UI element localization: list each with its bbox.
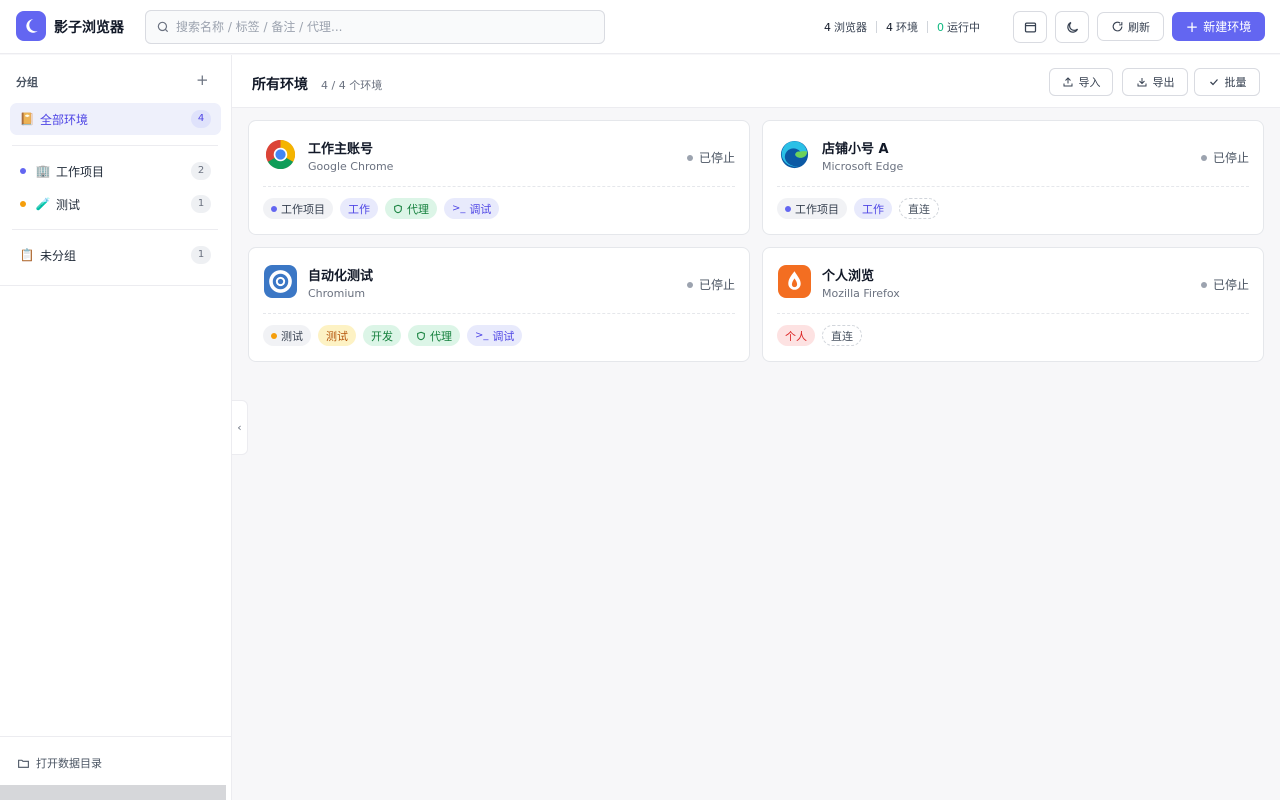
- sidebar-item-all[interactable]: 📔 全部环境 4: [10, 103, 221, 135]
- stat-running: 0 运行中: [937, 21, 980, 34]
- group-color-dot: [20, 168, 26, 174]
- main-header: 所有环境 4 / 4 个环境 导入 导出 批量: [232, 55, 1280, 108]
- new-environment-button[interactable]: + 新建环境: [1172, 12, 1265, 41]
- status-dot: [1200, 154, 1207, 161]
- terminal-icon: >_: [452, 203, 466, 214]
- import-button[interactable]: 导入: [1049, 68, 1113, 96]
- window-layout-button[interactable]: [1013, 11, 1047, 43]
- debug-tag: >_ 调试: [467, 325, 523, 346]
- group-tag: 工作项目: [263, 198, 333, 219]
- status-badge: 已停止: [686, 149, 735, 166]
- browser-name: Chromium: [308, 287, 366, 300]
- direct-connection-tag: 直连: [899, 198, 939, 219]
- label-tag: 工作: [854, 198, 892, 219]
- window-icon: [1024, 22, 1036, 32]
- group-tag: 测试: [263, 325, 311, 346]
- label-tag: 开发: [363, 325, 401, 346]
- sidebar-item-work[interactable]: 🏢 工作项目 2: [10, 155, 221, 187]
- environment-name: 个人浏览: [822, 269, 875, 284]
- environment-card[interactable]: 工作主账号 Google Chrome 已停止 工作项目 工作 代理 >_ 调试: [248, 120, 750, 235]
- label-tag: 测试: [318, 325, 356, 346]
- firefox-icon: [778, 265, 811, 298]
- environment-name: 自动化测试: [308, 269, 374, 284]
- chevron-left-icon: ‹: [237, 421, 242, 434]
- sidebar: 分组 + 📔 全部环境 4 🏢 工作项目 2 🧪 测试 1 📋 未分组 1 打开…: [0, 55, 232, 800]
- status-dot: [1200, 281, 1207, 288]
- page-subtitle: 4 / 4 个环境: [321, 79, 383, 92]
- direct-connection-tag: 直连: [822, 325, 862, 346]
- environment-card[interactable]: 自动化测试 Chromium 已停止 测试 测试 开发 代理 >_ 调试: [248, 247, 750, 362]
- browser-name: Mozilla Firefox: [822, 287, 900, 300]
- stats-bar: 4 浏览器 4 环境 0 运行中: [824, 19, 980, 35]
- stat-environments: 4 环境: [886, 21, 918, 34]
- plus-icon: +: [1185, 17, 1199, 36]
- shield-icon: [417, 331, 425, 340]
- chromium-icon: [264, 265, 297, 298]
- chrome-icon: [264, 138, 297, 171]
- status-badge: 已停止: [1200, 149, 1249, 166]
- refresh-button[interactable]: 刷新: [1097, 12, 1164, 41]
- search-icon: [157, 21, 169, 33]
- page-title: 所有环境: [252, 77, 308, 93]
- shield-icon: [394, 204, 402, 213]
- group-count: 4: [191, 110, 211, 128]
- search-box[interactable]: [145, 10, 605, 44]
- tag-list: 工作项目 工作 代理 >_ 调试: [263, 198, 500, 219]
- sidebar-item-test[interactable]: 🧪 测试 1: [10, 188, 221, 220]
- download-icon: [1137, 78, 1146, 87]
- terminal-icon: >_: [475, 330, 489, 341]
- export-button[interactable]: 导出: [1122, 68, 1188, 96]
- batch-button[interactable]: 批量: [1194, 68, 1260, 96]
- top-bar: 影子浏览器 4浏览器 4环境 0运行中 刷新 + 新建环境: [0, 0, 1280, 54]
- open-data-dir-link[interactable]: 打开数据目录: [17, 755, 102, 771]
- browser-name: Google Chrome: [308, 160, 394, 173]
- refresh-icon: [1112, 21, 1123, 32]
- upload-icon: [1063, 77, 1072, 87]
- check-icon: [1209, 79, 1218, 86]
- theme-toggle-button[interactable]: [1055, 11, 1089, 43]
- moon-icon: [1066, 21, 1078, 33]
- proxy-tag: 代理: [408, 325, 460, 346]
- sidebar-heading: 分组: [16, 76, 38, 89]
- clipboard-icon: 📋: [19, 248, 35, 262]
- browser-name: Microsoft Edge: [822, 160, 904, 173]
- debug-tag: >_ 调试: [444, 198, 500, 219]
- tag-list: 测试 测试 开发 代理 >_ 调试: [263, 325, 523, 346]
- status-dot: [686, 281, 693, 288]
- group-count: 1: [191, 195, 211, 213]
- environment-name: 工作主账号: [308, 142, 374, 157]
- environment-card[interactable]: 店铺小号 A Microsoft Edge 已停止 工作项目 工作 直连: [762, 120, 1264, 235]
- environment-name: 店铺小号 A: [822, 142, 889, 157]
- notebook-icon: 📔: [19, 112, 35, 126]
- status-dot: [686, 154, 693, 161]
- proxy-tag: 代理: [385, 198, 437, 219]
- search-input[interactable]: [176, 20, 596, 34]
- app-logo-icon: [16, 11, 46, 41]
- group-tag: 工作项目: [777, 198, 847, 219]
- test-tube-icon: 🧪: [35, 197, 51, 211]
- label-tag: 个人: [777, 325, 815, 346]
- tag-list: 个人 直连: [777, 325, 862, 346]
- environment-card[interactable]: 个人浏览 Mozilla Firefox 已停止 个人 直连: [762, 247, 1264, 362]
- office-building-icon: 🏢: [35, 164, 51, 178]
- label-tag: 工作: [340, 198, 378, 219]
- tag-list: 工作项目 工作 直连: [777, 198, 939, 219]
- group-count: 1: [191, 246, 211, 264]
- sidebar-scrollbar[interactable]: [0, 785, 226, 800]
- group-color-dot: [20, 201, 26, 207]
- add-group-icon[interactable]: +: [196, 71, 209, 89]
- edge-icon: [778, 138, 811, 171]
- status-badge: 已停止: [686, 276, 735, 293]
- app-title: 影子浏览器: [54, 20, 124, 36]
- status-badge: 已停止: [1200, 276, 1249, 293]
- stat-browsers: 4 浏览器: [824, 21, 867, 34]
- collapse-sidebar-button[interactable]: ‹: [232, 400, 248, 455]
- group-count: 2: [191, 162, 211, 180]
- folder-icon: [18, 759, 29, 768]
- sidebar-item-ungrouped[interactable]: 📋 未分组 1: [10, 239, 221, 271]
